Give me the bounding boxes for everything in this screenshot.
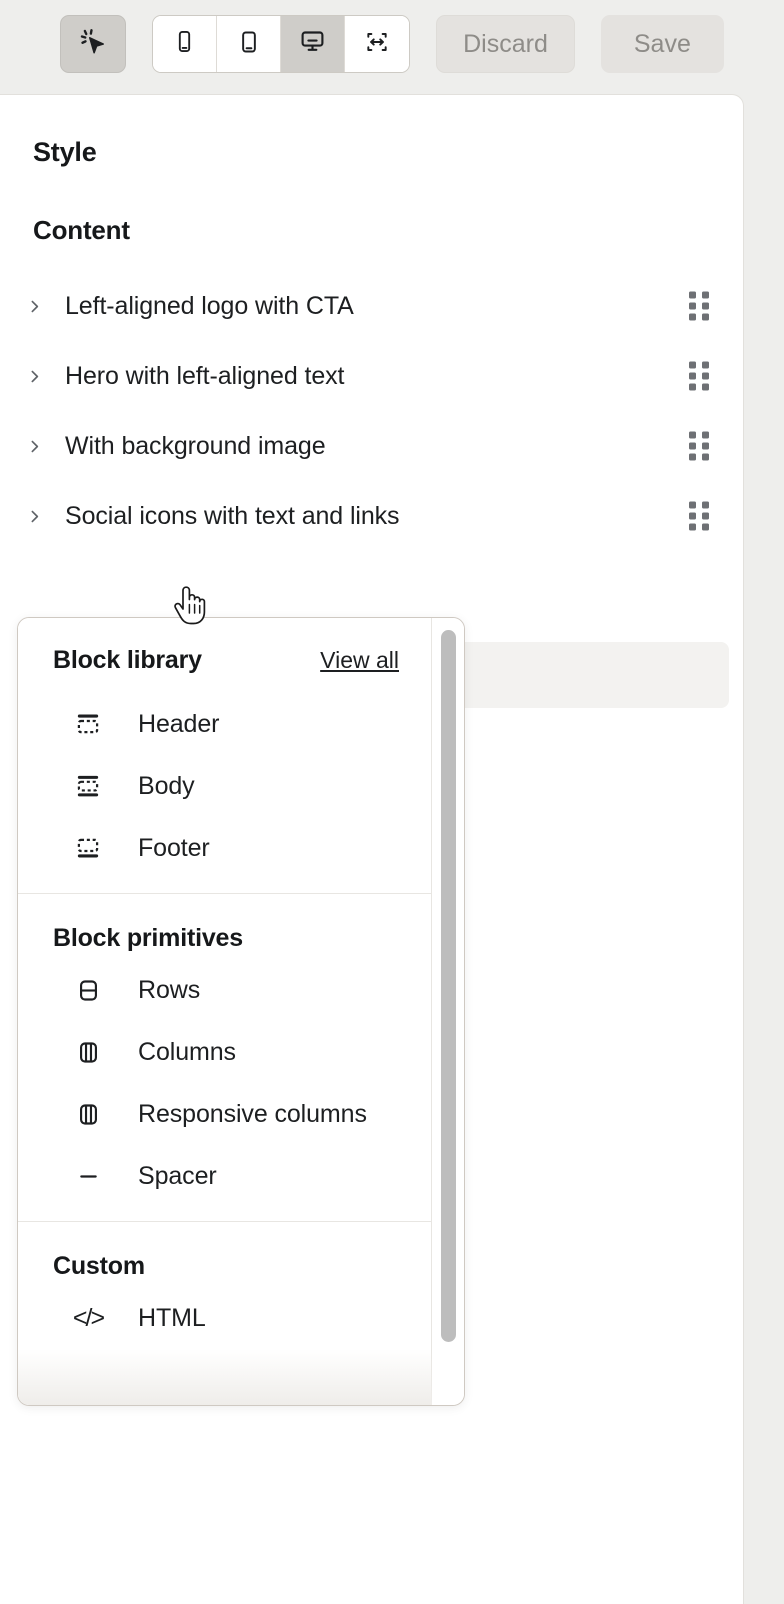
list-item-label: Body (138, 772, 195, 801)
table-row[interactable]: Hero with left-aligned text (17, 341, 729, 411)
block-label: Left-aligned logo with CTA (65, 292, 354, 321)
popup-scrollbar[interactable] (431, 618, 464, 1405)
block-library-popup: Block library View all Header (17, 617, 465, 1406)
list-item-label: HTML (138, 1304, 206, 1333)
desktop-icon (299, 28, 326, 60)
list-item-body[interactable]: Body (18, 755, 431, 817)
responsive-columns-icon (70, 1101, 106, 1128)
columns-icon (70, 1039, 106, 1066)
device-button-tablet[interactable] (217, 16, 281, 72)
table-row[interactable]: Social icons with text and links (17, 481, 729, 551)
chevron-right-icon[interactable] (17, 368, 51, 385)
code-icon: </> (70, 1304, 106, 1333)
discard-button[interactable]: Discard (436, 15, 575, 73)
list-item-label: Responsive columns (138, 1100, 367, 1129)
footer-block-icon (70, 834, 106, 862)
list-item-spacer[interactable]: Spacer (18, 1145, 431, 1207)
save-button[interactable]: Save (601, 15, 724, 73)
spacer-icon (70, 1163, 106, 1190)
chevron-right-icon[interactable] (17, 438, 51, 455)
popup-group-custom: Custom </> HTML (18, 1221, 431, 1363)
block-label: With background image (65, 432, 326, 461)
device-size-group (152, 15, 410, 73)
chevron-right-icon[interactable] (17, 298, 51, 315)
device-button-mobile[interactable] (153, 16, 217, 72)
top-toolbar: Discard Save (0, 0, 784, 88)
list-item-footer[interactable]: Footer (18, 817, 431, 879)
content-section-title: Content (33, 215, 130, 246)
drag-handle-icon[interactable] (689, 292, 709, 321)
drag-handle-icon[interactable] (689, 432, 709, 461)
list-item-rows[interactable]: Rows (18, 959, 431, 1021)
block-label: Social icons with text and links (65, 502, 399, 531)
list-item-html[interactable]: </> HTML (18, 1287, 431, 1349)
popup-group-primitives: Block primitives Rows (18, 893, 431, 1221)
popup-title: Block library (53, 646, 202, 675)
popup-content: Block library View all Header (18, 618, 432, 1405)
content-block-list: Left-aligned logo with CTA Hero with lef… (17, 271, 729, 551)
table-row[interactable]: Left-aligned logo with CTA (17, 271, 729, 341)
list-item-label: Footer (138, 834, 210, 863)
chevron-right-icon[interactable] (17, 508, 51, 525)
header-block-icon (70, 710, 106, 738)
table-row[interactable]: With background image (17, 411, 729, 481)
list-item-label: Header (138, 710, 219, 739)
list-item-responsive-columns[interactable]: Responsive columns (18, 1083, 431, 1145)
rows-icon (70, 977, 106, 1004)
list-item-label: Spacer (138, 1162, 217, 1191)
popup-group-blocks: Header Body (18, 675, 431, 893)
popup-header: Block library View all (18, 618, 431, 675)
drag-handle-icon[interactable] (689, 502, 709, 531)
list-item-label: Rows (138, 976, 200, 1005)
device-button-responsive[interactable] (345, 16, 409, 72)
page-title: Style (33, 137, 97, 168)
list-item-label: Columns (138, 1038, 236, 1067)
list-item-columns[interactable]: Columns (18, 1021, 431, 1083)
cursor-click-icon (78, 27, 108, 62)
list-item-header[interactable]: Header (18, 693, 431, 755)
fullwidth-icon (364, 29, 390, 60)
body-block-icon (70, 772, 106, 800)
tablet-icon (236, 29, 262, 60)
app-root: Discard Save Style Content Left-aligned … (0, 0, 784, 1604)
mobile-icon (172, 29, 197, 59)
inspect-mode-button[interactable] (60, 15, 126, 73)
device-button-desktop[interactable] (281, 16, 345, 72)
popup-group-title: Custom (18, 1222, 431, 1287)
popup-group-title: Block primitives (18, 894, 431, 959)
view-all-link[interactable]: View all (320, 647, 399, 674)
block-label: Hero with left-aligned text (65, 362, 344, 391)
popup-scrollbar-thumb[interactable] (441, 630, 456, 1342)
drag-handle-icon[interactable] (689, 362, 709, 391)
